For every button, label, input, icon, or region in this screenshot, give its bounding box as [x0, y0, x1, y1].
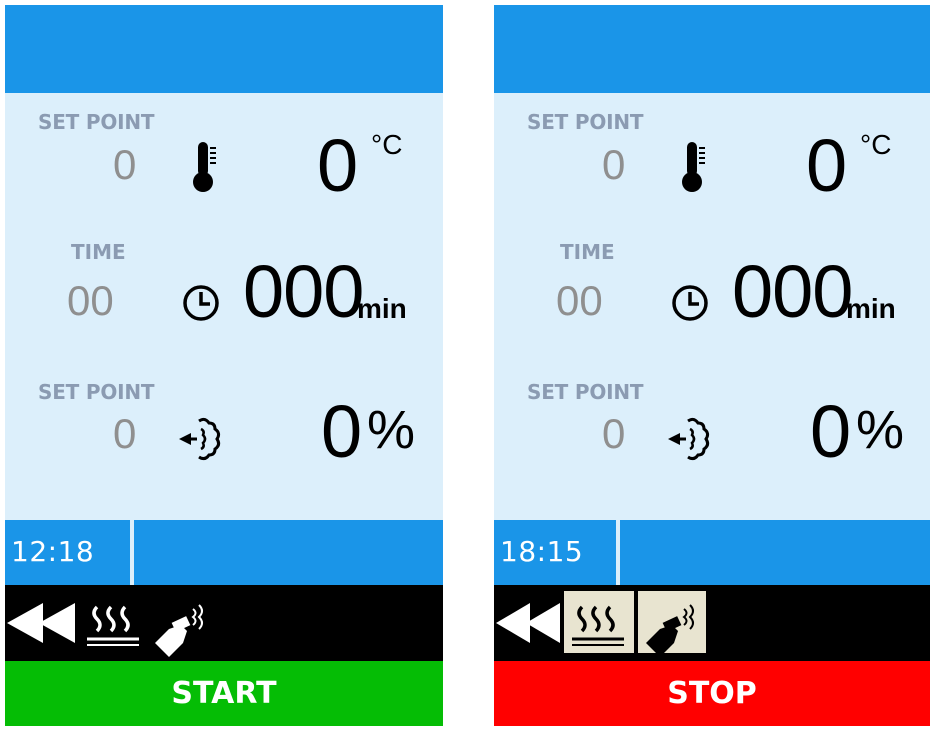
- toolbar: [494, 585, 930, 661]
- temperature-setpoint-label: SET POINT: [38, 110, 155, 134]
- toolbar: [5, 585, 443, 661]
- temperature-unit: °C: [860, 129, 892, 160]
- time-current-value: 000: [732, 250, 853, 333]
- humidity-setpoint-value[interactable]: 0: [602, 410, 625, 458]
- steam-nozzle-icon[interactable]: [151, 585, 211, 661]
- time-current-value: 000: [243, 250, 364, 333]
- humidity-steam-icon: [668, 417, 710, 461]
- clock-display: 12:18: [11, 535, 95, 568]
- temperature-row: SET POINT 0 0 °C: [5, 105, 443, 255]
- humidity-row: SET POINT 0 0 %: [5, 375, 443, 525]
- temperature-current-value: 0: [317, 124, 359, 207]
- time-unit: min: [357, 293, 407, 324]
- steam-nozzle-icon[interactable]: [642, 585, 702, 661]
- humidity-unit: %: [367, 400, 416, 460]
- header-bar: [5, 5, 443, 93]
- time-setpoint-value[interactable]: 00: [67, 277, 114, 325]
- time-row: TIME 00 000 min: [5, 235, 443, 385]
- time-setpoint-value[interactable]: 00: [556, 277, 603, 325]
- temperature-setpoint-label: SET POINT: [527, 110, 644, 134]
- clock-icon: [183, 285, 219, 321]
- rewind-icon[interactable]: [494, 585, 564, 661]
- temperature-setpoint-value[interactable]: 0: [113, 141, 136, 189]
- control-panel-right: SET POINT 0 0 °C TIME 00 000 min SET POI…: [494, 5, 930, 726]
- temperature-unit: °C: [371, 129, 403, 160]
- control-panel-left: SET POINT 0 0 °C TIME 00 000 min SET POI…: [5, 5, 443, 726]
- humidity-row: SET POINT 0 0 %: [494, 375, 930, 525]
- start-button[interactable]: START: [5, 661, 443, 726]
- rewind-icon[interactable]: [5, 585, 79, 661]
- status-divider: [616, 520, 620, 585]
- temperature-setpoint-value[interactable]: 0: [602, 141, 625, 189]
- stop-button[interactable]: STOP: [494, 661, 930, 726]
- humidity-setpoint-label: SET POINT: [38, 380, 155, 404]
- humidity-steam-icon: [179, 417, 221, 461]
- status-divider: [130, 520, 134, 585]
- thermometer-icon: [682, 142, 705, 192]
- humidity-current-value: 0: [810, 390, 852, 473]
- heat-icon[interactable]: [83, 585, 143, 661]
- humidity-setpoint-value[interactable]: 0: [113, 410, 136, 458]
- humidity-current-value: 0: [321, 390, 363, 473]
- time-label: TIME: [560, 240, 615, 264]
- heat-icon[interactable]: [568, 585, 628, 661]
- temperature-row: SET POINT 0 0 °C: [494, 105, 930, 255]
- time-label: TIME: [71, 240, 126, 264]
- temperature-current-value: 0: [806, 124, 848, 207]
- humidity-unit: %: [856, 400, 905, 460]
- time-unit: min: [846, 293, 896, 324]
- clock-icon: [672, 285, 708, 321]
- thermometer-icon: [193, 142, 216, 192]
- humidity-setpoint-label: SET POINT: [527, 380, 644, 404]
- time-row: TIME 00 000 min: [494, 235, 930, 385]
- clock-display: 18:15: [500, 535, 584, 568]
- header-bar: [494, 5, 930, 93]
